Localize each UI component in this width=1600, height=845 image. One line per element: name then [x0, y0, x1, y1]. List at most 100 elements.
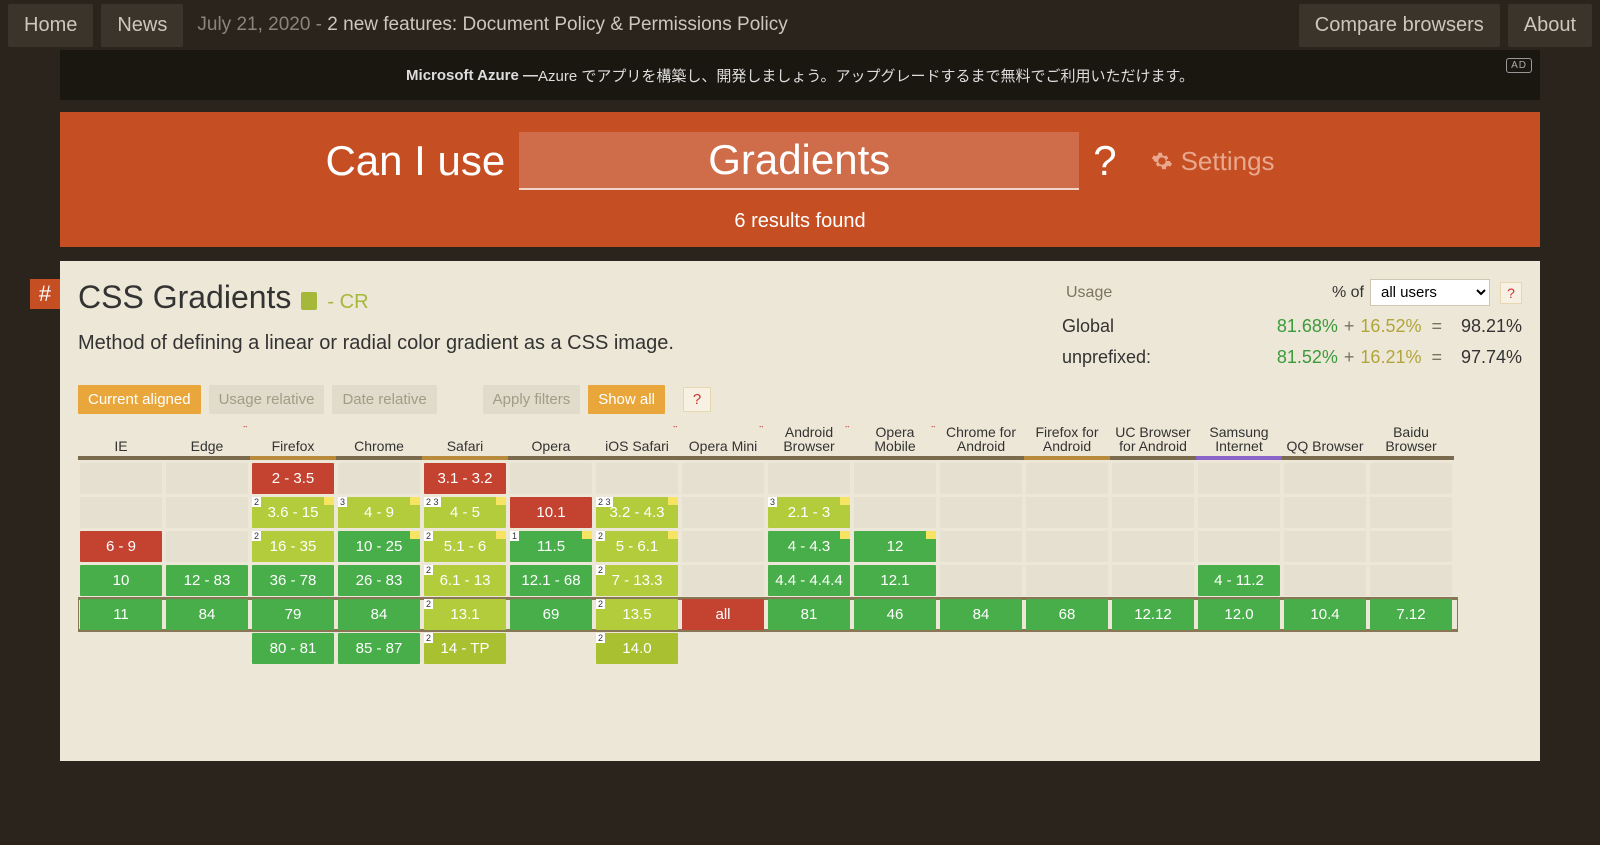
- support-cell[interactable]: 11.51: [510, 531, 592, 562]
- support-cell[interactable]: 6.1 - 132: [424, 565, 506, 596]
- support-cell-empty: [1198, 531, 1280, 562]
- support-cell-empty: [166, 497, 248, 528]
- settings-link[interactable]: Settings: [1151, 146, 1275, 177]
- support-cell[interactable]: 5 - 6.12: [596, 531, 678, 562]
- feature-name[interactable]: CSS Gradients: [78, 279, 291, 316]
- support-cell[interactable]: 6 - 9: [80, 531, 162, 562]
- support-cell[interactable]: 7.12: [1370, 599, 1452, 630]
- support-cell[interactable]: 4 - 93: [338, 497, 420, 528]
- support-cell[interactable]: 26 - 83: [338, 565, 420, 596]
- support-cell[interactable]: 36 - 78: [252, 565, 334, 596]
- usage-eq: =: [1431, 347, 1442, 368]
- browser-header[interactable]: Baidu Browser: [1368, 426, 1454, 460]
- support-cell[interactable]: 13.12: [424, 599, 506, 630]
- toggle-apply-filters[interactable]: Apply filters: [483, 385, 581, 414]
- support-cell[interactable]: 12.1 - 68: [510, 565, 592, 596]
- support-cell[interactable]: 12: [854, 531, 936, 562]
- support-cell[interactable]: 12.1: [854, 565, 936, 596]
- browser-header[interactable]: Edge*: [164, 426, 250, 460]
- support-cell[interactable]: all: [682, 599, 764, 630]
- support-cell[interactable]: 84: [166, 599, 248, 630]
- browser-header[interactable]: Firefox: [250, 426, 336, 460]
- support-cell[interactable]: 12.12: [1112, 599, 1194, 630]
- browser-header[interactable]: Android Browser*: [766, 426, 852, 460]
- prefix-flag-icon: [496, 531, 506, 539]
- support-cell[interactable]: 10: [80, 565, 162, 596]
- version-row: 3.6 - 1524 - 934 - 52 310.13.2 - 4.32 3 2…: [78, 497, 1458, 528]
- results-count: 6 results found: [60, 210, 1540, 233]
- support-cell[interactable]: 10.4: [1284, 599, 1366, 630]
- browser-header[interactable]: QQ Browser: [1282, 426, 1368, 460]
- spec-icon[interactable]: [301, 292, 317, 310]
- note-badge: 2: [252, 497, 261, 507]
- support-cell-empty: [1026, 463, 1108, 494]
- support-cell[interactable]: 16 - 352: [252, 531, 334, 562]
- support-cell[interactable]: 14.02: [596, 633, 678, 664]
- usage-scope-select[interactable]: all users: [1370, 279, 1490, 306]
- nav-about[interactable]: About: [1508, 4, 1592, 47]
- browser-header[interactable]: Safari: [422, 426, 508, 460]
- support-cell[interactable]: 46: [854, 599, 936, 630]
- support-cell[interactable]: 14 - TP2: [424, 633, 506, 664]
- browser-header[interactable]: iOS Safari*: [594, 426, 680, 460]
- browser-header[interactable]: Firefox for Android: [1024, 426, 1110, 460]
- browser-header[interactable]: Samsung Internet: [1196, 426, 1282, 460]
- support-cell[interactable]: 85 - 87: [338, 633, 420, 664]
- ad-bar[interactable]: Microsoft Azure — Azure でアプリを構築し、開発しましょう…: [60, 50, 1540, 100]
- support-cell[interactable]: 81: [768, 599, 850, 630]
- toggle-current-aligned[interactable]: Current aligned: [78, 385, 201, 414]
- permalink-hash[interactable]: #: [30, 279, 60, 309]
- usage-label: Usage: [1066, 284, 1112, 302]
- star-icon: *: [759, 426, 764, 435]
- support-cell[interactable]: 5.1 - 62: [424, 531, 506, 562]
- nav-news[interactable]: News: [101, 4, 183, 47]
- support-cell[interactable]: 12.0: [1198, 599, 1280, 630]
- nav-compare[interactable]: Compare browsers: [1299, 4, 1500, 47]
- view-toggles: Current aligned Usage relative Date rela…: [78, 385, 1522, 414]
- support-cell[interactable]: 80 - 81: [252, 633, 334, 664]
- support-cell[interactable]: 10.1: [510, 497, 592, 528]
- toggle-date-relative[interactable]: Date relative: [332, 385, 436, 414]
- toggle-show-all[interactable]: Show all: [588, 385, 665, 414]
- browser-header[interactable]: Chrome: [336, 426, 422, 460]
- toggle-usage-relative[interactable]: Usage relative: [209, 385, 325, 414]
- browser-header[interactable]: UC Browser for Android: [1110, 426, 1196, 460]
- support-cell[interactable]: 69: [510, 599, 592, 630]
- support-cell[interactable]: 10 - 25: [338, 531, 420, 562]
- support-cell[interactable]: 3.6 - 152: [252, 497, 334, 528]
- browser-header[interactable]: Opera: [508, 426, 594, 460]
- browser-header[interactable]: Chrome for Android: [938, 426, 1024, 460]
- support-cell[interactable]: 4 - 52 3: [424, 497, 506, 528]
- support-cell[interactable]: 7 - 13.32: [596, 565, 678, 596]
- support-cell[interactable]: 12 - 83: [166, 565, 248, 596]
- support-cell[interactable]: 84: [940, 599, 1022, 630]
- toggles-help[interactable]: ?: [683, 387, 711, 412]
- support-cell[interactable]: 11: [80, 599, 162, 630]
- support-cell[interactable]: 79: [252, 599, 334, 630]
- news-headline-link[interactable]: 2 new features: Document Policy & Permis…: [327, 14, 787, 35]
- support-cell-empty: [510, 463, 592, 494]
- support-cell[interactable]: 68: [1026, 599, 1108, 630]
- star-icon: *: [243, 426, 248, 435]
- nav-home[interactable]: Home: [8, 4, 93, 47]
- support-cell[interactable]: 3.2 - 4.32 3: [596, 497, 678, 528]
- browser-header[interactable]: Opera Mini*: [680, 426, 766, 460]
- support-cell[interactable]: 2 - 3.5: [252, 463, 334, 494]
- support-cell[interactable]: 13.52: [596, 599, 678, 630]
- search-input[interactable]: [519, 132, 1079, 190]
- note-badge: 2: [596, 531, 605, 541]
- support-cell[interactable]: 4.4 - 4.4.4: [768, 565, 850, 596]
- support-cell-empty: [768, 463, 850, 494]
- note-badge: 2: [424, 565, 433, 575]
- support-cell[interactable]: 3.1 - 3.2: [424, 463, 506, 494]
- support-grid: IEEdge*FirefoxChromeSafariOperaiOS Safar…: [78, 426, 1458, 664]
- support-cell[interactable]: 4 - 11.2: [1198, 565, 1280, 596]
- note-badge: 2: [424, 531, 433, 541]
- browser-header[interactable]: Opera Mobile*: [852, 426, 938, 460]
- usage-help[interactable]: ?: [1500, 282, 1522, 304]
- support-cell[interactable]: 2.1 - 33: [768, 497, 850, 528]
- support-cell[interactable]: 84: [338, 599, 420, 630]
- browser-header[interactable]: IE: [78, 426, 164, 460]
- star-icon: *: [673, 426, 678, 435]
- support-cell[interactable]: 4 - 4.3: [768, 531, 850, 562]
